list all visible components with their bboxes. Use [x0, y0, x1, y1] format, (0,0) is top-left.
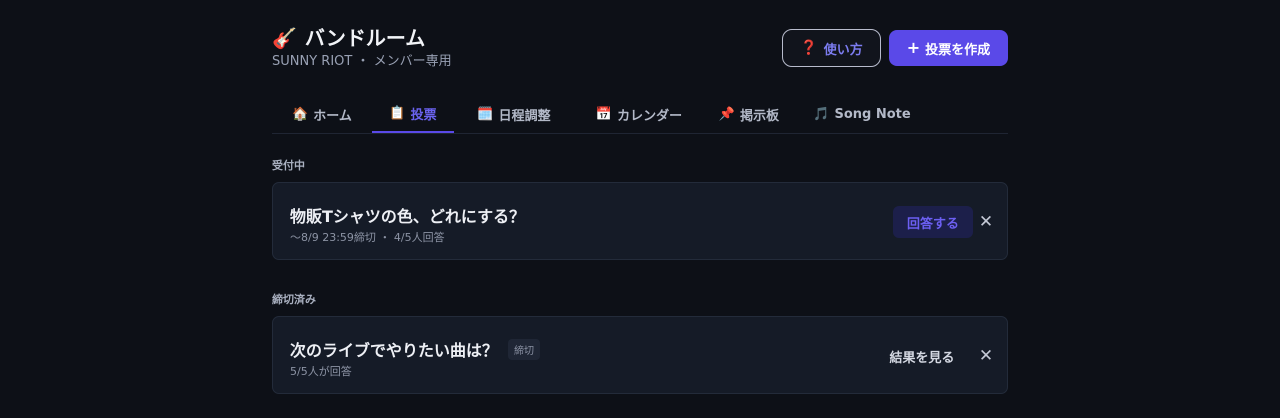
- close-icon[interactable]: ✕: [977, 213, 995, 231]
- help-button-label: 使い方: [823, 42, 863, 58]
- clipboard-icon: 📋: [389, 106, 406, 121]
- plus-icon: +: [906, 38, 921, 57]
- poll-title: 物販Tシャツの色、どれにする？: [290, 203, 525, 227]
- help-button[interactable]: ❓ 使い方: [782, 29, 881, 67]
- poll-title: 次のライブでやりたい曲は？ 締切: [290, 337, 541, 361]
- guitar-icon: 🎸: [272, 26, 297, 50]
- tab-calendar[interactable]: 📅 カレンダー: [579, 96, 699, 133]
- calendar-icon: 📅: [595, 107, 613, 122]
- answer-button[interactable]: 回答する: [893, 206, 973, 238]
- create-poll-label: 投票を作成: [925, 42, 991, 58]
- music-note-icon: 🎵: [813, 107, 830, 122]
- title-row: 🎸 バンドルーム: [272, 26, 425, 50]
- section-label-open: 受付中: [272, 159, 305, 172]
- house-icon: 🏠: [292, 107, 309, 122]
- poll-card-open[interactable]: 物販Tシャツの色、どれにする？ 〜8/9 23:59締切 ・ 4/5人回答 回答…: [272, 182, 1008, 260]
- tab-polls[interactable]: 📋 投票: [372, 96, 454, 133]
- close-icon[interactable]: ✕: [977, 347, 995, 365]
- tab-home[interactable]: 🏠 ホーム: [272, 96, 372, 133]
- closed-badge: 締切: [508, 338, 541, 360]
- tab-label: 掲示板: [740, 109, 780, 124]
- tab-bar: 🏠 ホーム 📋 投票 🗓️ 日程調整 📅 カレンダー 📌 掲示板 🎵 Song …: [272, 96, 1008, 134]
- poll-meta: 5/5人が回答: [290, 365, 352, 378]
- view-results-button[interactable]: 結果を見る: [879, 340, 965, 372]
- tab-song-note[interactable]: 🎵 Song Note: [810, 96, 914, 133]
- header: 🎸 バンドルーム SUNNY RIOT ・ メンバー専用 ❓ 使い方 + 投票を…: [272, 0, 1008, 96]
- tab-label: ホーム: [313, 109, 352, 124]
- tab-schedule[interactable]: 🗓️ 日程調整: [464, 96, 564, 133]
- tab-label: カレンダー: [617, 109, 683, 124]
- page-subtitle: SUNNY RIOT ・ メンバー専用: [272, 54, 452, 69]
- spiral-calendar-icon: 🗓️: [477, 107, 494, 122]
- tab-label: 日程調整: [498, 109, 551, 124]
- poll-title-text: 次のライブでやりたい曲は？: [290, 341, 499, 360]
- tab-board[interactable]: 📌 掲示板: [709, 96, 789, 133]
- tab-label: Song Note: [834, 107, 911, 122]
- pushpin-icon: 📌: [718, 107, 736, 122]
- poll-card-closed[interactable]: 次のライブでやりたい曲は？ 締切 5/5人が回答 結果を見る ✕: [272, 316, 1008, 394]
- page-title: バンドルーム: [304, 26, 426, 50]
- question-icon: ❓: [800, 40, 818, 56]
- create-poll-button[interactable]: + 投票を作成: [889, 30, 1008, 66]
- poll-meta: 〜8/9 23:59締切 ・ 4/5人回答: [290, 231, 445, 244]
- page: 🎸 バンドルーム SUNNY RIOT ・ メンバー専用 ❓ 使い方 + 投票を…: [272, 0, 1008, 394]
- tab-label: 投票: [410, 108, 437, 123]
- section-label-closed: 締切済み: [272, 293, 316, 306]
- poll-title-text: 物販Tシャツの色、どれにする？: [290, 207, 526, 226]
